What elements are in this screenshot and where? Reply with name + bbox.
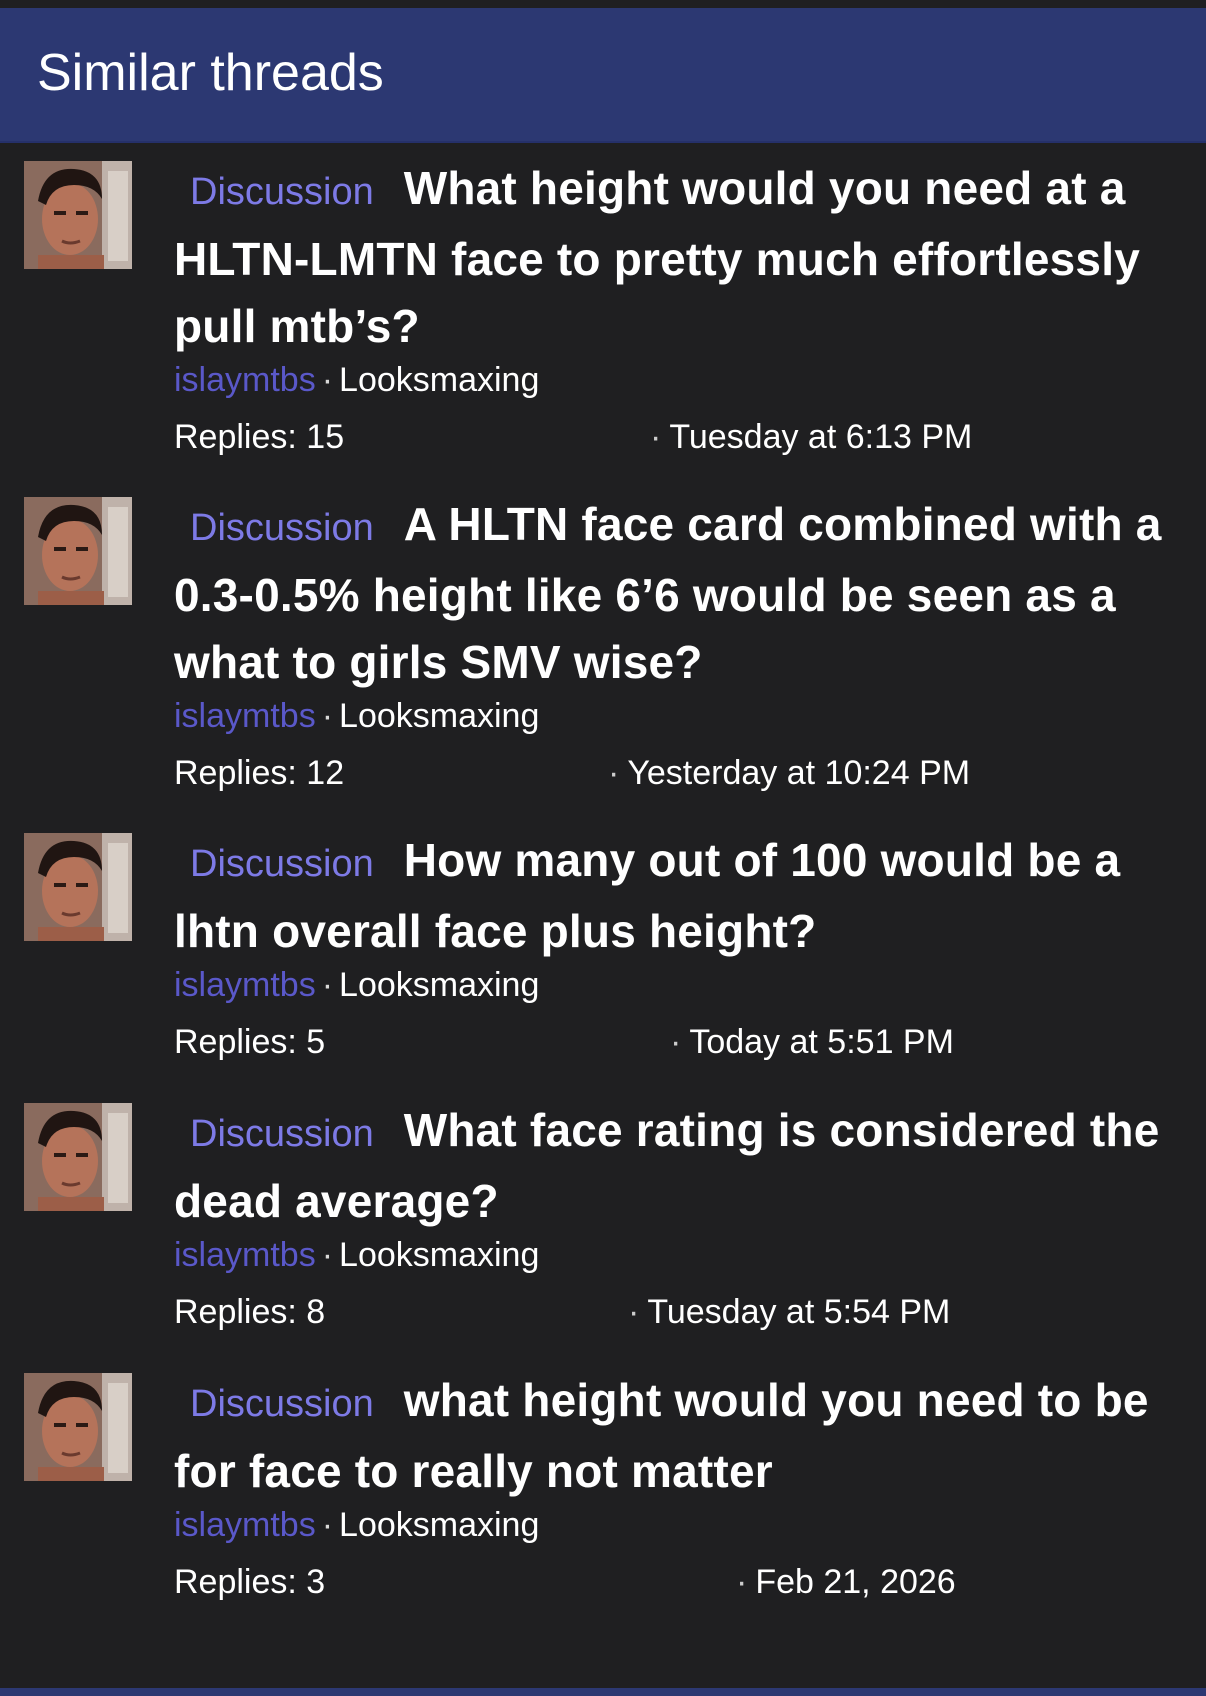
meta-separator: · <box>321 1506 334 1544</box>
thread-meta: islaymtbs · Looksmaxing <box>174 961 1184 1009</box>
reply-count: Replies: 15 <box>174 418 345 456</box>
author-link[interactable]: islaymtbs <box>174 1506 316 1544</box>
avatar-image <box>24 1103 132 1211</box>
avatar-image <box>24 1373 132 1481</box>
prefix-label[interactable]: Discussion <box>190 1101 374 1168</box>
avatar-image <box>24 833 132 941</box>
thread-stats: Replies: 8 · Tuesday at 5:54 PM <box>174 1285 1184 1339</box>
thread-body: Discussion How many out of 100 would be a… <box>174 827 1184 1069</box>
date-separator: · <box>670 1023 682 1061</box>
author-link[interactable]: islaymtbs <box>174 966 316 1004</box>
last-post-date-text[interactable]: Tuesday at 5:54 PM <box>647 1293 950 1331</box>
avatar-image <box>24 497 132 605</box>
forum-link[interactable]: Looksmaxing <box>339 361 539 399</box>
thread-meta: islaymtbs · Looksmaxing <box>174 692 1184 740</box>
meta-separator: · <box>321 361 334 399</box>
author-avatar[interactable] <box>24 1373 132 1481</box>
thread-title[interactable]: Discussion A HLTN face card combined with… <box>174 491 1184 696</box>
avatar-image <box>24 161 132 269</box>
author-avatar[interactable] <box>24 833 132 941</box>
thread-body: Discussion What face rating is considered… <box>174 1097 1184 1339</box>
last-post-date[interactable]: · Feb 21, 2026 <box>736 1555 956 1609</box>
last-post-date[interactable]: · Today at 5:51 PM <box>670 1015 954 1069</box>
reply-count: Replies: 3 <box>174 1563 326 1601</box>
forum-link[interactable]: Looksmaxing <box>339 697 539 735</box>
prefix-label[interactable]: Discussion <box>190 831 374 898</box>
author-link[interactable]: islaymtbs <box>174 361 316 399</box>
author-avatar[interactable] <box>24 1103 132 1211</box>
last-post-date-text[interactable]: Today at 5:51 PM <box>689 1023 954 1061</box>
meta-separator: · <box>321 1236 334 1274</box>
forum-link[interactable]: Looksmaxing <box>339 966 539 1004</box>
thread-title[interactable]: Discussion How many out of 100 would be a… <box>174 827 1184 965</box>
forum-link[interactable]: Looksmaxing <box>339 1506 539 1544</box>
last-post-date-text[interactable]: Yesterday at 10:24 PM <box>627 754 970 792</box>
thread-meta: islaymtbs · Looksmaxing <box>174 1231 1184 1279</box>
last-post-date-text[interactable]: Feb 21, 2026 <box>755 1563 955 1601</box>
author-link[interactable]: islaymtbs <box>174 697 316 735</box>
thread-stats: Replies: 3 · Feb 21, 2026 <box>174 1555 1184 1609</box>
prefix-label[interactable]: Discussion <box>190 495 374 562</box>
thread-meta: islaymtbs · Looksmaxing <box>174 356 1184 404</box>
last-post-date-text[interactable]: Tuesday at 6:13 PM <box>669 418 972 456</box>
reply-count: Replies: 5 <box>174 1023 326 1061</box>
prefix-label[interactable]: Discussion <box>190 1371 374 1438</box>
thread-title[interactable]: Discussion What height would you need at … <box>174 155 1184 360</box>
thread-meta: islaymtbs · Looksmaxing <box>174 1501 1184 1549</box>
author-avatar[interactable] <box>24 161 132 269</box>
panel-title: Similar threads <box>37 44 384 102</box>
thread-body: Discussion A HLTN face card combined with… <box>174 491 1184 800</box>
top-strip <box>0 0 1206 8</box>
reply-count: Replies: 12 <box>174 754 345 792</box>
thread-stats: Replies: 15 · Tuesday at 6:13 PM <box>174 410 1184 464</box>
last-post-date[interactable]: · Tuesday at 6:13 PM <box>650 410 972 464</box>
date-separator: · <box>628 1293 640 1331</box>
author-link[interactable]: islaymtbs <box>174 1236 316 1274</box>
date-separator: · <box>736 1563 748 1601</box>
thread-body: Discussion what height would you need to … <box>174 1367 1184 1609</box>
date-separator: · <box>650 418 662 456</box>
thread-title[interactable]: Discussion What face rating is considered… <box>174 1097 1184 1235</box>
date-separator: · <box>608 754 620 792</box>
thread-title[interactable]: Discussion what height would you need to … <box>174 1367 1184 1505</box>
last-post-date[interactable]: · Tuesday at 5:54 PM <box>628 1285 950 1339</box>
author-avatar[interactable] <box>24 497 132 605</box>
last-post-date[interactable]: · Yesterday at 10:24 PM <box>608 746 970 800</box>
prefix-label[interactable]: Discussion <box>190 159 374 226</box>
meta-separator: · <box>321 966 334 1004</box>
thread-stats: Replies: 5 · Today at 5:51 PM <box>174 1015 1184 1069</box>
forum-link[interactable]: Looksmaxing <box>339 1236 539 1274</box>
thread-stats: Replies: 12 · Yesterday at 10:24 PM <box>174 746 1184 800</box>
reply-count: Replies: 8 <box>174 1293 326 1331</box>
similar-threads-header: Similar threads <box>0 8 1206 143</box>
thread-body: Discussion What height would you need at … <box>174 155 1184 464</box>
bottom-strip <box>0 1688 1206 1696</box>
meta-separator: · <box>321 697 334 735</box>
